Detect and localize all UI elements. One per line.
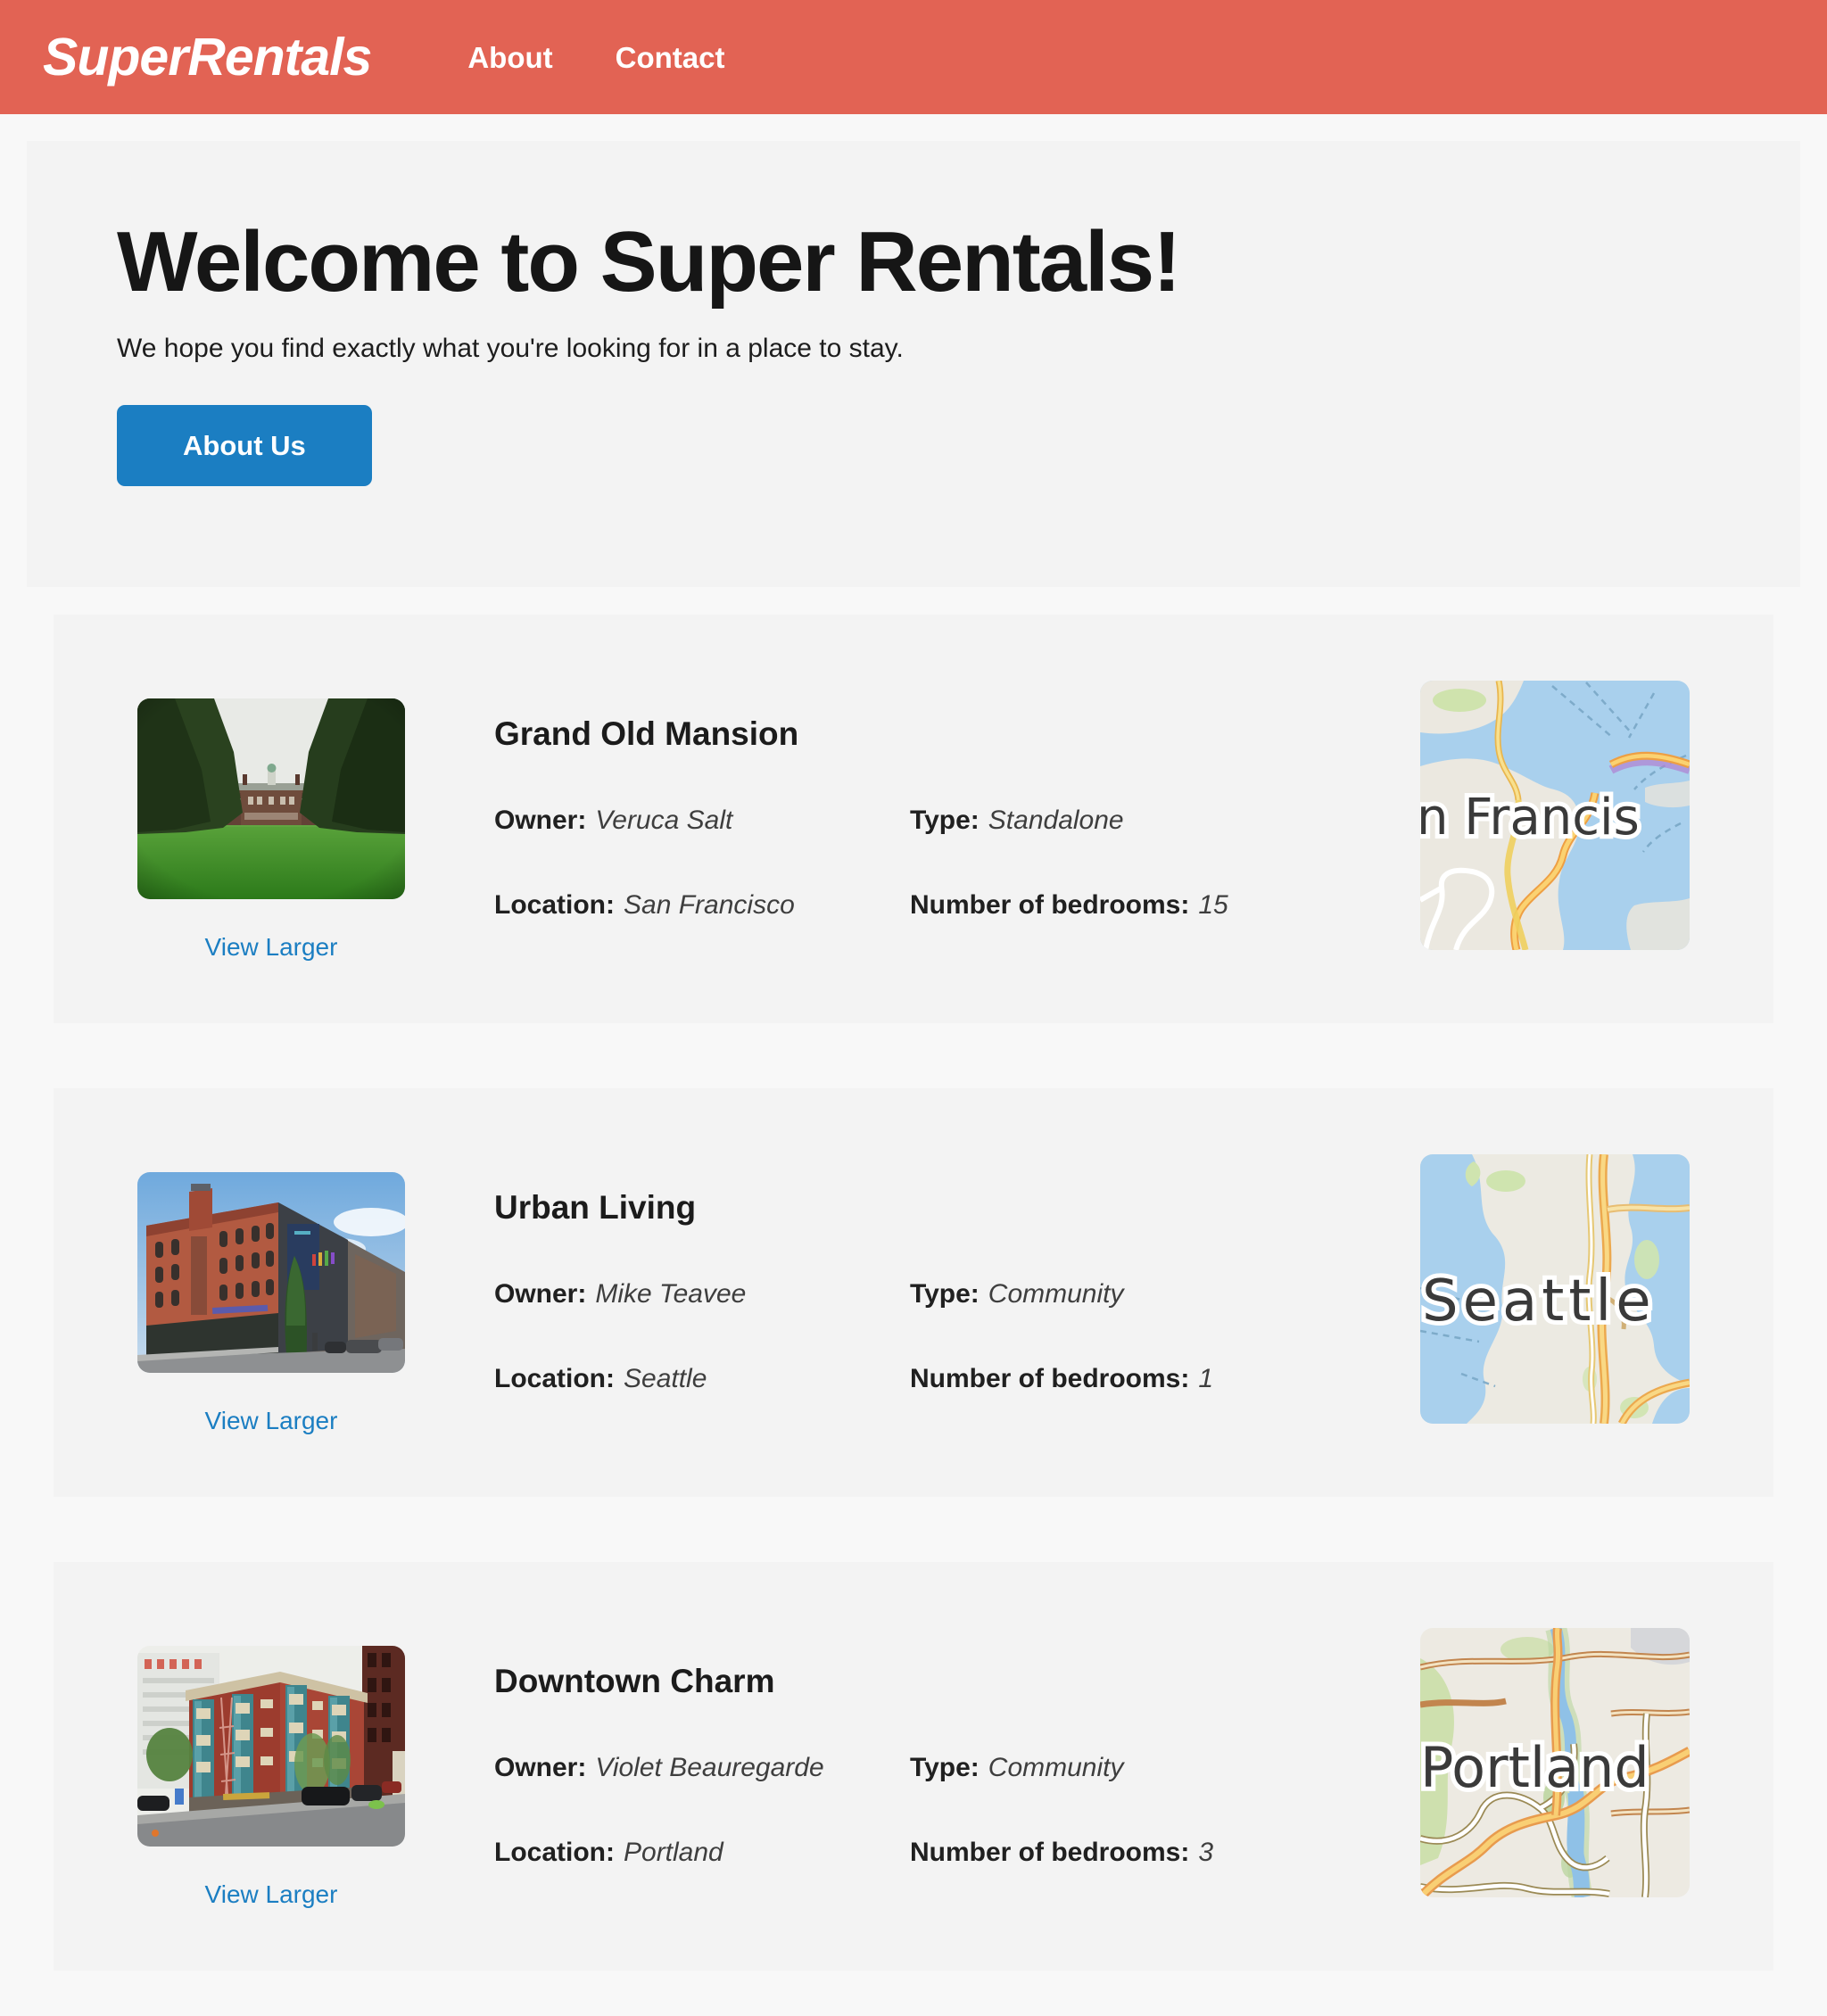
top-nav-bar: SuperRentals About Contact — [0, 0, 1827, 114]
rental-photo-link-grand-old-mansion[interactable] — [137, 698, 405, 899]
rental-card-downtown-charm: View Larger Downtown Charm Owner:Violet … — [54, 1562, 1773, 1971]
rental-type: Type:Community — [910, 1750, 1420, 1785]
rental-type: Type:Standalone — [910, 803, 1420, 838]
rental-title: Grand Old Mansion — [494, 716, 1420, 753]
urban-living-photo — [137, 1172, 405, 1373]
map-label-san-francisco: n Francis — [1420, 789, 1640, 847]
rental-details: Urban Living Owner:Mike Teavee Type:Comm… — [494, 1190, 1420, 1396]
view-larger-link[interactable]: View Larger — [205, 933, 338, 962]
rental-location: Location:Portland — [494, 1835, 910, 1870]
rental-photo-link-downtown-charm[interactable] — [137, 1646, 405, 1847]
map-label-seattle: Seattle — [1422, 1268, 1656, 1334]
brand-logo[interactable]: SuperRentals — [43, 31, 371, 84]
page-title: Welcome to Super Rentals! — [117, 216, 1747, 309]
map-portland: Portland — [1420, 1628, 1690, 1897]
rental-owner: Owner:Violet Beauregarde — [494, 1750, 910, 1785]
rental-location: Location:Seattle — [494, 1361, 910, 1396]
rental-title: Urban Living — [494, 1190, 1420, 1227]
mansion-photo — [137, 698, 405, 899]
about-us-button[interactable]: About Us — [117, 405, 372, 486]
rental-owner: Owner:Mike Teavee — [494, 1277, 910, 1311]
rental-photo-link-urban-living[interactable] — [137, 1172, 405, 1373]
rental-location: Location:San Francisco — [494, 888, 910, 922]
hero-subtitle: We hope you find exactly what you're loo… — [117, 334, 1747, 364]
rental-bedrooms: Number of bedrooms:1 — [910, 1361, 1420, 1396]
view-larger-link[interactable]: View Larger — [205, 1407, 338, 1435]
view-larger-link[interactable]: View Larger — [205, 1880, 338, 1909]
map-label-portland: Portland — [1420, 1735, 1649, 1800]
downtown-charm-photo — [137, 1646, 405, 1847]
rental-title: Downtown Charm — [494, 1664, 1420, 1700]
nav-link-about[interactable]: About — [467, 43, 552, 72]
jumbo-hero: Welcome to Super Rentals! We hope you fi… — [27, 141, 1800, 587]
rental-owner: Owner:Veruca Salt — [494, 803, 910, 838]
rental-bedrooms: Number of bedrooms:15 — [910, 888, 1420, 922]
rental-bedrooms: Number of bedrooms:3 — [910, 1835, 1420, 1870]
nav-link-contact[interactable]: Contact — [616, 43, 725, 72]
map-seattle: Seattle — [1420, 1154, 1690, 1424]
rental-details: Grand Old Mansion Owner:Veruca Salt Type… — [494, 716, 1420, 922]
map-san-francisco: n Francis — [1420, 681, 1690, 950]
rental-type: Type:Community — [910, 1277, 1420, 1311]
rental-card-grand-old-mansion: View Larger Grand Old Mansion Owner:Veru… — [54, 615, 1773, 1023]
page-container: Welcome to Super Rentals! We hope you fi… — [0, 141, 1827, 1971]
rental-card-urban-living: View Larger Urban Living Owner:Mike Teav… — [54, 1088, 1773, 1497]
rental-details: Downtown Charm Owner:Violet Beauregarde … — [494, 1664, 1420, 1870]
